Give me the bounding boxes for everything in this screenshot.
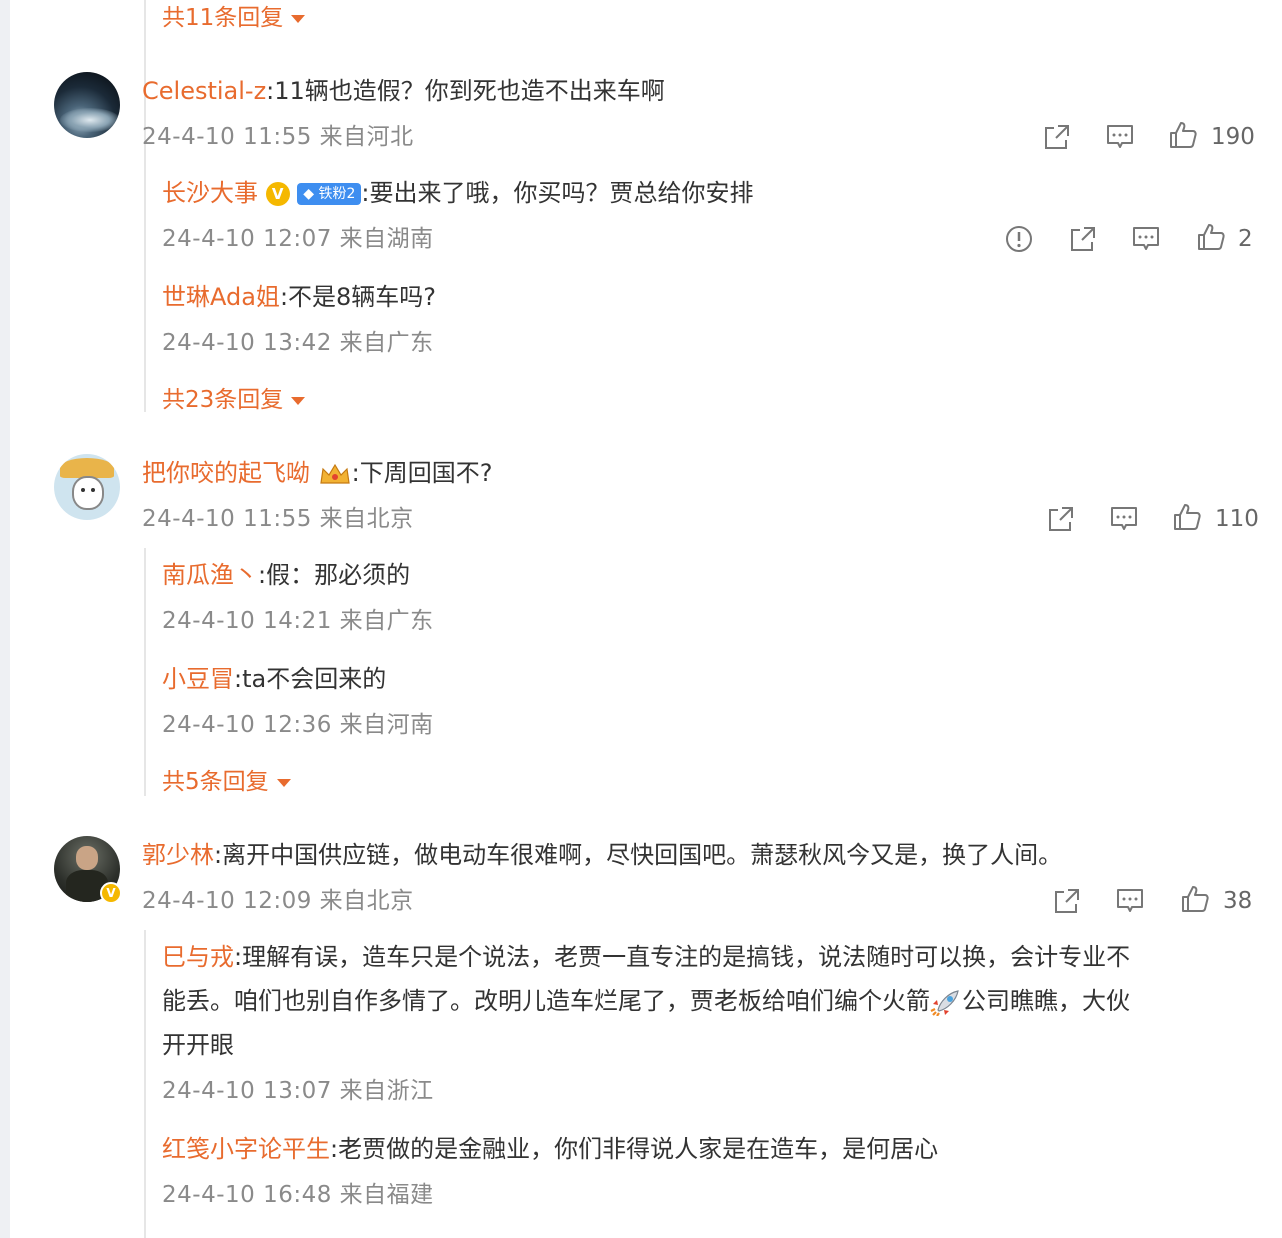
comment-icon[interactable] [1109, 504, 1139, 534]
share-icon[interactable] [1052, 886, 1082, 916]
thread-line [144, 548, 146, 796]
username-link[interactable]: 郭少林 [142, 841, 214, 869]
more-replies-link[interactable]: 共11条回复 [162, 4, 306, 32]
share-icon[interactable] [1046, 504, 1076, 534]
crown-emoji-icon [318, 461, 352, 487]
reply-body-line: 开开眼 [162, 1031, 234, 1059]
reply-meta: 24-4-10 12:07 来自湖南 [162, 226, 434, 252]
thread-line [144, 930, 146, 1238]
username-link[interactable]: Celestial-z [142, 77, 266, 105]
comment-icon[interactable] [1105, 122, 1135, 152]
like-count: 110 [1215, 506, 1259, 532]
username-link[interactable]: 把你咬的起飞呦 [142, 459, 310, 487]
username-link[interactable]: 红笺小字论平生 [162, 1135, 330, 1163]
reply-meta: 24-4-10 13:07 来自浙江 [162, 1078, 434, 1104]
thumbs-up-icon[interactable] [1196, 222, 1226, 252]
rocket-emoji [930, 988, 962, 1017]
reply-body: 世琳Ada姐:不是8辆车吗? [162, 283, 437, 311]
comment-meta: 24-4-10 11:55 来自北京 [142, 506, 414, 532]
reply-body: 红笺小字论平生:老贾做的是金融业，你们非得说人家是在造车，是何居心 [162, 1135, 939, 1163]
avatar[interactable] [54, 454, 120, 520]
thumbs-up-icon[interactable] [1180, 884, 1210, 914]
username-link[interactable]: 长沙大事 [162, 179, 258, 207]
like-count: 190 [1211, 124, 1255, 150]
comment-icon[interactable] [1131, 224, 1161, 254]
comment-icon[interactable] [1115, 886, 1145, 916]
reply-meta: 24-4-10 13:42 来自广东 [162, 330, 434, 356]
caret-down-icon [291, 14, 306, 23]
username-link[interactable]: 世琳Ada姐 [162, 283, 280, 311]
reply-body: 长沙大事 V ◆ 铁粉2:要出来了哦，你买吗？贾总给你安排 [162, 179, 754, 207]
like-count: 38 [1223, 888, 1253, 914]
reply-meta: 24-4-10 14:21 来自广东 [162, 608, 434, 634]
fan-badge: ◆ 铁粉2 [297, 183, 362, 205]
reply-body: 南瓜渔丶:假：那必须的 [162, 561, 411, 589]
share-icon[interactable] [1068, 224, 1098, 254]
more-replies-link[interactable]: 共5条回复 [162, 768, 291, 796]
verified-badge-icon: V [265, 182, 290, 206]
reply-body-line: 能丢。咱们也别自作多情了。改明儿造车烂尾了，贾老板给咱们编个火箭 公司瞧瞧，大伙 [162, 987, 1130, 1017]
reply-meta: 24-4-10 12:36 来自河南 [162, 712, 434, 738]
more-replies-link[interactable]: 共23条回复 [162, 386, 306, 414]
reply-body: 巳与戎:理解有误，造车只是个说法，老贾一直专注的是搞钱，说法随时可以换，会计专业… [162, 943, 1131, 971]
comment-body: 郭少林:离开中国供应链，做电动车很难啊，尽快回国吧。萧瑟秋风今又是，换了人间。 [142, 841, 1063, 869]
caret-down-icon [291, 396, 306, 405]
share-icon[interactable] [1042, 122, 1072, 152]
username-link[interactable]: 小豆冒 [162, 665, 234, 693]
caret-down-icon [276, 778, 291, 787]
like-count: 2 [1238, 226, 1253, 252]
username-link[interactable]: 南瓜渔丶 [162, 561, 258, 589]
verified-badge-icon: V [100, 882, 122, 904]
report-icon[interactable] [1004, 224, 1034, 254]
username-link[interactable]: 巳与戎 [162, 943, 234, 971]
comment-meta: 24-4-10 12:09 来自北京 [142, 888, 414, 914]
avatar[interactable] [54, 72, 120, 138]
thread-line [144, 0, 146, 412]
reply-meta: 24-4-10 16:48 来自福建 [162, 1182, 434, 1208]
comment-body: Celestial-z:11辆也造假？你到死也造不出来车啊 [142, 77, 665, 105]
thumbs-up-icon[interactable] [1168, 120, 1198, 150]
comment-panel: 共11条回复 Celestial-z:11辆也造假？你到死也造不出来车啊 24-… [10, 0, 1282, 1238]
thumbs-up-icon[interactable] [1172, 502, 1202, 532]
comment-meta: 24-4-10 11:55 来自河北 [142, 124, 414, 150]
comment-body: 把你咬的起飞呦 :下周回国不? [142, 459, 493, 487]
reply-body: 小豆冒:ta不会回来的 [162, 665, 387, 693]
